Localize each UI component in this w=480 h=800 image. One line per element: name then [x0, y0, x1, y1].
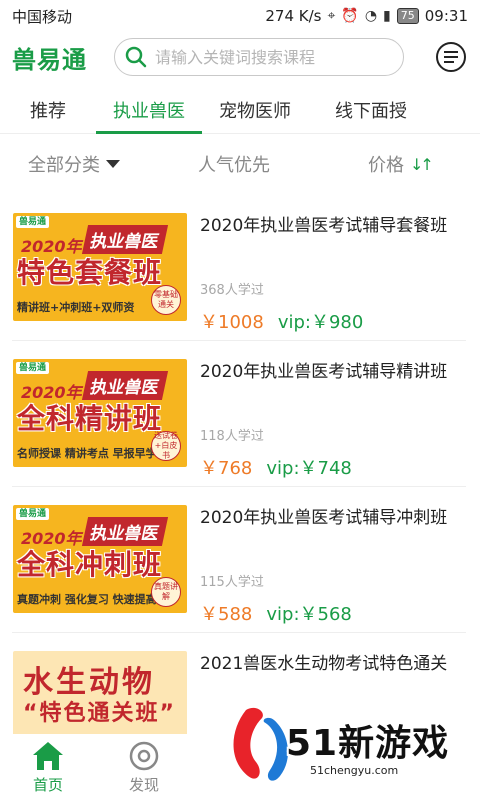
signal-icon: ▮	[383, 8, 391, 24]
thumb-subline: 真题冲刺 强化复习 快速提高	[17, 593, 157, 606]
search-bar[interactable]	[114, 38, 404, 76]
vip-price: vip:￥568	[266, 604, 352, 625]
nav-discover[interactable]: 发现	[96, 734, 192, 800]
watermark-logo: 51新游戏 51chengyu.com	[224, 700, 480, 800]
course-price: ￥1008	[200, 312, 264, 333]
bottom-nav: 首页 发现	[0, 734, 220, 800]
app-logo: 兽易通	[12, 45, 87, 74]
thumb-badge: 零基础通关	[151, 285, 181, 315]
tab-pet-vet[interactable]: 宠物医师	[202, 86, 308, 134]
learner-count: 115人学过	[200, 575, 264, 590]
caret-down-icon	[106, 160, 120, 168]
clock: 09:31	[424, 7, 468, 25]
thumb-ribbon: 执业兽医	[81, 371, 169, 400]
tab-licensed-vet[interactable]: 执业兽医	[96, 86, 202, 134]
tab-recommend[interactable]: 推荐	[0, 86, 96, 134]
price-row: ￥1008 vip:￥980	[200, 308, 470, 334]
filter-price-label: 价格	[368, 155, 404, 176]
brand-tag: 兽易通	[16, 216, 50, 228]
course-info: 2020年执业兽医考试辅导精讲班 118人学过 ￥768 vip:￥748	[200, 359, 470, 480]
menu-icon[interactable]	[434, 40, 468, 74]
watermark-text: 51新游戏	[286, 723, 450, 764]
course-item[interactable]: 兽易通 2020年 执业兽医 全科冲刺班 真题冲刺 强化复习 快速提高 真题讲解…	[0, 487, 480, 633]
status-bar: 中国移动 274 K/s ⌖ ⏰ ◔ ▮ 75 09:31	[0, 0, 480, 32]
course-info: 2020年执业兽医考试辅导冲刺班 115人学过 ￥588 vip:￥568	[200, 505, 470, 626]
thumb-ribbon: 执业兽医	[81, 225, 169, 254]
price-row: ￥588 vip:￥568	[200, 600, 470, 626]
course-info: 2020年执业兽医考试辅导套餐班 368人学过 ￥1008 vip:￥980	[200, 213, 470, 334]
filter-popularity[interactable]: 人气优先	[198, 151, 270, 177]
price-row: ￥768 vip:￥748	[200, 454, 470, 480]
tab-offline[interactable]: 线下面授	[308, 86, 434, 134]
thumb-year: 2020年	[21, 237, 82, 256]
filter-row: 全部分类 人气优先 价格 ↓↑	[0, 140, 480, 188]
location-icon: ⌖	[327, 8, 336, 24]
course-price: ￥768	[200, 458, 253, 479]
thumb-subline: 名师授课 精讲考点 早报早学	[17, 447, 157, 460]
brand-tag: 兽易通	[16, 362, 50, 374]
learner-count: 368人学过	[200, 283, 264, 298]
thumb-subline: 精讲班+冲刺班+双师资	[17, 301, 135, 314]
course-title: 2021兽医水生动物考试特色通关	[200, 654, 448, 674]
battery-icon: 75	[396, 8, 419, 24]
sort-arrows-icon: ↓↑	[410, 154, 434, 174]
filter-category[interactable]: 全部分类	[28, 151, 120, 177]
filter-price[interactable]: 价格 ↓↑	[368, 151, 434, 177]
search-icon	[125, 46, 147, 68]
course-item[interactable]: 兽易通 2020年 执业兽医 全科精讲班 名师授课 精讲考点 早报早学 送试卷+…	[0, 341, 480, 487]
course-thumbnail: 兽易通 2020年 执业兽医 特色套餐班 精讲班+冲刺班+双师资 零基础通关	[13, 213, 187, 321]
alarm-icon: ⏰	[341, 8, 359, 24]
wifi-icon: ◔	[364, 8, 378, 24]
course-thumbnail: 兽易通 2020年 执业兽医 全科精讲班 名师授课 精讲考点 早报早学 送试卷+…	[13, 359, 187, 467]
filter-popularity-label: 人气优先	[198, 155, 270, 176]
course-title: 2020年执业兽医考试辅导套餐班	[200, 216, 448, 236]
network-speed: 274 K/s	[265, 7, 322, 25]
nav-home-label: 首页	[32, 775, 63, 794]
nav-home[interactable]: 首页	[0, 734, 96, 800]
brand-tag: 兽易通	[16, 508, 50, 520]
thumb-badge: 真题讲解	[151, 577, 181, 607]
vip-price: vip:￥980	[277, 312, 364, 333]
watermark-url: 51chengyu.com	[310, 764, 399, 777]
search-input[interactable]	[155, 47, 385, 67]
nav-discover-label: 发现	[128, 775, 159, 794]
course-price: ￥588	[200, 604, 253, 625]
course-title: 2020年执业兽医考试辅导冲刺班	[200, 508, 448, 528]
thumb-year: 2020年	[21, 529, 82, 548]
app-header: 兽易通	[0, 32, 480, 82]
discover-icon	[129, 741, 159, 770]
thumb-badge: 送试卷+白皮书	[151, 431, 181, 461]
thumb-subline: “特色通关班”	[23, 701, 176, 726]
home-icon	[33, 741, 63, 770]
thumb-year: 2020年	[21, 383, 82, 402]
category-tabs: 推荐 执业兽医 宠物医师 线下面授	[0, 86, 480, 134]
course-item[interactable]: 兽易通 2020年 执业兽医 特色套餐班 精讲班+冲刺班+双师资 零基础通关 2…	[0, 195, 480, 341]
thumb-ribbon: 执业兽医	[81, 517, 169, 546]
learner-count: 118人学过	[200, 429, 264, 444]
course-title: 2020年执业兽医考试辅导精讲班	[200, 362, 448, 382]
vip-price: vip:￥748	[266, 458, 352, 479]
filter-category-label: 全部分类	[28, 155, 100, 176]
carrier-label: 中国移动	[12, 7, 73, 26]
course-thumbnail: 兽易通 2020年 执业兽医 全科冲刺班 真题冲刺 强化复习 快速提高 真题讲解	[13, 505, 187, 613]
course-info: 2021兽医水生动物考试特色通关	[200, 651, 470, 677]
status-icons: 274 K/s ⌖ ⏰ ◔ ▮ 75 09:31	[265, 7, 468, 25]
